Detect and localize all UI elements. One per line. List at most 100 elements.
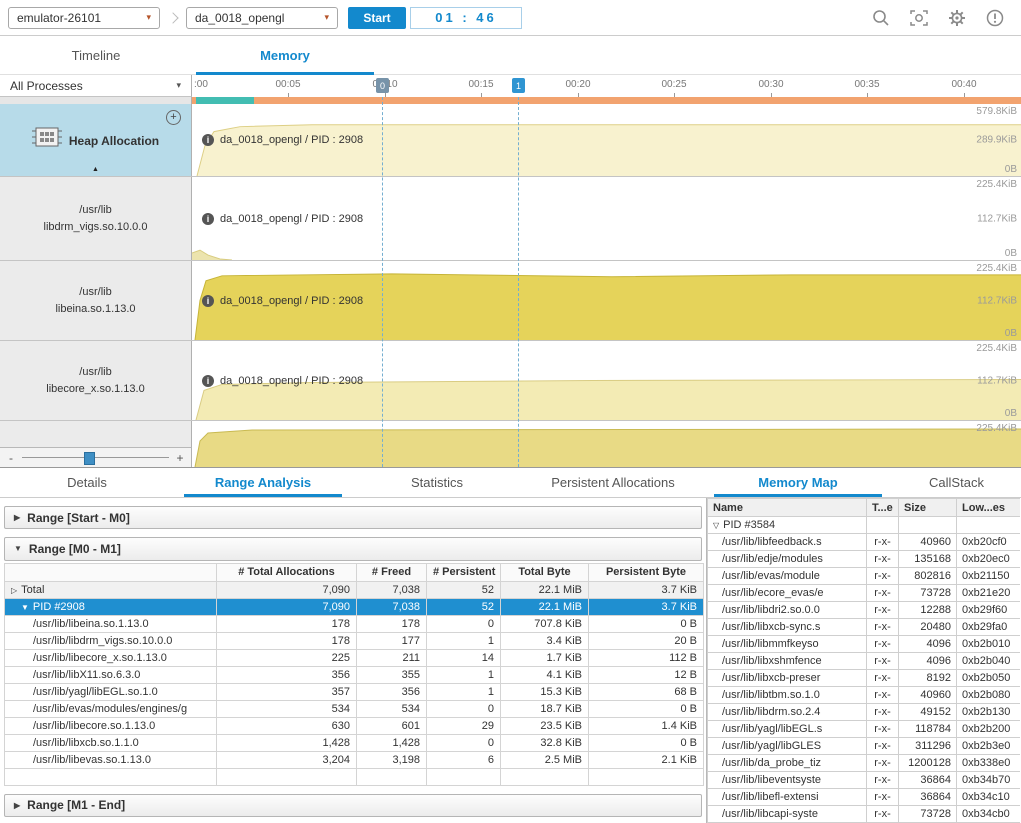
table-row[interactable]: /usr/lib/yagl/libGLESr-x-3112960xb2b3e0 [708, 738, 1021, 755]
column-header[interactable]: Total Byte [501, 563, 589, 581]
table-row[interactable]: /usr/lib/libxshmfencer-x-40960xb2b040 [708, 653, 1021, 670]
libdrm-chart[interactable]: i da_0018_opengl / PID : 2908 225.4KiB 1… [192, 177, 1021, 260]
search-icon[interactable] [871, 8, 891, 28]
timeline-row-libdrm: /usr/lib libdrm_vigs.so.10.0.0 i da_0018… [0, 177, 1021, 261]
column-header[interactable]: Low...es [957, 499, 1021, 517]
screenshot-icon[interactable] [909, 8, 929, 28]
collapsed-triangle-icon: ▶ [14, 513, 20, 522]
cell: /usr/lib/edje/modules [708, 551, 867, 568]
range-m0-m1-header[interactable]: ▼ Range [M0 - M1] [4, 537, 702, 560]
table-row[interactable]: /usr/lib/libdrm.so.2.4r-x-491520xb2b130 [708, 704, 1021, 721]
axis-zero-label: 0B [1005, 328, 1017, 339]
table-row[interactable]: /usr/lib/da_probe_tizr-x-12001280xb338e0 [708, 755, 1021, 772]
slider-track[interactable] [22, 457, 169, 458]
table-row[interactable]: /usr/lib/libecore_x.so.1.13.0 225 211 14… [5, 649, 704, 666]
table-row[interactable]: /usr/lib/evas/modules/engines/g 534 534 … [5, 700, 704, 717]
table-row[interactable]: /usr/lib/yagl/libEGL.so.1.0 357 356 1 15… [5, 683, 704, 700]
process-filter-select[interactable]: All Processes ▾ [0, 75, 192, 97]
column-header[interactable] [5, 563, 217, 581]
table-row[interactable]: /usr/lib/libxcb-sync.sr-x-204800xb29fa0 [708, 619, 1021, 636]
column-header[interactable]: T...e [867, 499, 899, 517]
cell: 0xb2b200 [957, 721, 1021, 738]
column-header[interactable]: # Freed [357, 563, 427, 581]
table-row[interactable]: /usr/lib/libeina.so.1.13.0 178 178 0 707… [5, 615, 704, 632]
collapsed-triangle-icon[interactable]: ▷ [11, 586, 17, 595]
app-select[interactable]: da_0018_opengl ▾ [186, 7, 338, 29]
tab-timeline[interactable]: Timeline [0, 36, 192, 75]
expanded-triangle-icon[interactable]: ▽ [713, 521, 719, 530]
table-row[interactable]: /usr/lib/libxcb.so.1.1.0 1,428 1,428 0 3… [5, 734, 704, 751]
info-icon[interactable] [985, 8, 1005, 28]
expanded-triangle-icon[interactable]: ▼ [21, 603, 29, 612]
column-header[interactable]: Size [899, 499, 957, 517]
cell: ▽PID #3584 [708, 517, 867, 534]
column-header[interactable]: Name [708, 499, 867, 517]
column-header[interactable]: # Total Allocations [217, 563, 357, 581]
cell: 40960 [899, 534, 957, 551]
libecore-x-chart[interactable]: i da_0018_opengl / PID : 2908 225.4KiB 1… [192, 341, 1021, 420]
column-header[interactable]: Persistent Byte [589, 563, 704, 581]
cell: 8192 [899, 670, 957, 687]
table-row[interactable]: /usr/lib/libdrm_vigs.so.10.0.0 178 177 1… [5, 632, 704, 649]
memory-map-table: Name T...e Size Low...es ▽PID #3584 /usr… [707, 498, 1020, 823]
table-row[interactable]: /usr/lib/libeventsyster-x-368640xb34b70 [708, 772, 1021, 789]
device-select-value: emulator-26101 [17, 11, 101, 25]
range-m1-end-header[interactable]: ▶ Range [M1 - End] [4, 794, 702, 817]
table-row[interactable]: /usr/lib/libmmfkeysor-x-40960xb2b010 [708, 636, 1021, 653]
start-button[interactable]: Start [348, 7, 406, 29]
table-row[interactable]: /usr/lib/libtbm.so.1.0r-x-409600xb2b080 [708, 687, 1021, 704]
libeina-chart[interactable]: i da_0018_opengl / PID : 2908 225.4KiB 1… [192, 261, 1021, 340]
cell: 2.5 MiB [501, 751, 589, 768]
row-header-libeina[interactable]: /usr/lib libeina.so.1.13.0 [0, 261, 192, 340]
table-row[interactable]: /usr/lib/libfeedback.sr-x-409600xb20cf0 [708, 534, 1021, 551]
zoom-in-button[interactable]: + [175, 451, 185, 465]
table-row-pid[interactable]: ▽PID #3584 [708, 517, 1021, 534]
heap-allocation-chart[interactable]: i da_0018_opengl / PID : 2908 579.8KiB 2… [192, 104, 1021, 176]
row-header-heap-allocation[interactable]: Heap Allocation + ▲ [0, 104, 192, 176]
cell [5, 768, 217, 785]
cell: r-x- [867, 772, 899, 789]
device-select[interactable]: emulator-26101 ▾ [8, 7, 160, 29]
partial-chart[interactable]: 225.4KiB [192, 421, 1021, 467]
cell: 0 B [589, 700, 704, 717]
row-header-libdrm[interactable]: /usr/lib libdrm_vigs.so.10.0.0 [0, 177, 192, 260]
timeline-zoom-slider[interactable]: - + [0, 447, 192, 467]
tab-memory[interactable]: Memory [192, 36, 378, 75]
zoom-in-icon[interactable]: + [166, 110, 181, 125]
table-row[interactable]: /usr/lib/libcapi-syster-x-737280xb34cb0 [708, 806, 1021, 823]
column-header[interactable]: # Persistent [427, 563, 501, 581]
cell: 68 B [589, 683, 704, 700]
tab-details[interactable]: Details [0, 468, 174, 497]
table-row-selected[interactable]: ▼PID #2908 7,090 7,038 52 22.1 MiB 3.7 K… [5, 598, 704, 615]
cell: 7,090 [217, 598, 357, 615]
tab-persistent-allocations[interactable]: Persistent Allocations [522, 468, 704, 497]
settings-gear-icon[interactable] [947, 8, 967, 28]
table-row[interactable]: /usr/lib/libdri2.so.0.0r-x-122880xb29f60 [708, 602, 1021, 619]
cell: 2.1 KiB [589, 751, 704, 768]
cell: ▼PID #2908 [5, 598, 217, 615]
tab-memory-map[interactable]: Memory Map [704, 468, 892, 497]
slider-thumb[interactable] [84, 452, 95, 465]
timeline-marker-0[interactable]: 0 [376, 78, 389, 93]
row-header-libecore-x[interactable]: /usr/lib libecore_x.so.1.13.0 [0, 341, 192, 420]
table-row[interactable]: /usr/lib/libxcb-preserr-x-81920xb2b050 [708, 670, 1021, 687]
range-start-m0-header[interactable]: ▶ Range [Start - M0] [4, 506, 702, 529]
table-row[interactable]: /usr/lib/libefl-extensir-x-368640xb34c10 [708, 789, 1021, 806]
collapse-handle-icon[interactable]: ▲ [92, 165, 99, 176]
tab-range-analysis[interactable]: Range Analysis [174, 468, 352, 497]
table-row[interactable]: /usr/lib/libevas.so.1.13.0 3,204 3,198 6… [5, 751, 704, 768]
zoom-out-button[interactable]: - [6, 451, 16, 465]
table-row[interactable]: /usr/lib/edje/modulesr-x-1351680xb20ec0 [708, 551, 1021, 568]
table-row[interactable]: ▷Total 7,090 7,038 52 22.1 MiB 3.7 KiB [5, 581, 704, 598]
table-row[interactable]: /usr/lib/ecore_evas/er-x-737280xb21e20 [708, 585, 1021, 602]
tab-statistics[interactable]: Statistics [352, 468, 522, 497]
cell: 1.7 KiB [501, 649, 589, 666]
table-row[interactable]: /usr/lib/yagl/libEGL.sr-x-1187840xb2b200 [708, 721, 1021, 738]
timeline-marker-1[interactable]: 1 [512, 78, 525, 93]
table-row[interactable]: /usr/lib/libX11.so.6.3.0 356 355 1 4.1 K… [5, 666, 704, 683]
cell: 3,204 [217, 751, 357, 768]
table-row[interactable]: /usr/lib/libecore.so.1.13.0 630 601 29 2… [5, 717, 704, 734]
cell: /usr/lib/libecore.so.1.13.0 [5, 717, 217, 734]
tab-callstack[interactable]: CallStack [892, 468, 1021, 497]
table-row[interactable]: /usr/lib/evas/moduler-x-8028160xb21150 [708, 568, 1021, 585]
